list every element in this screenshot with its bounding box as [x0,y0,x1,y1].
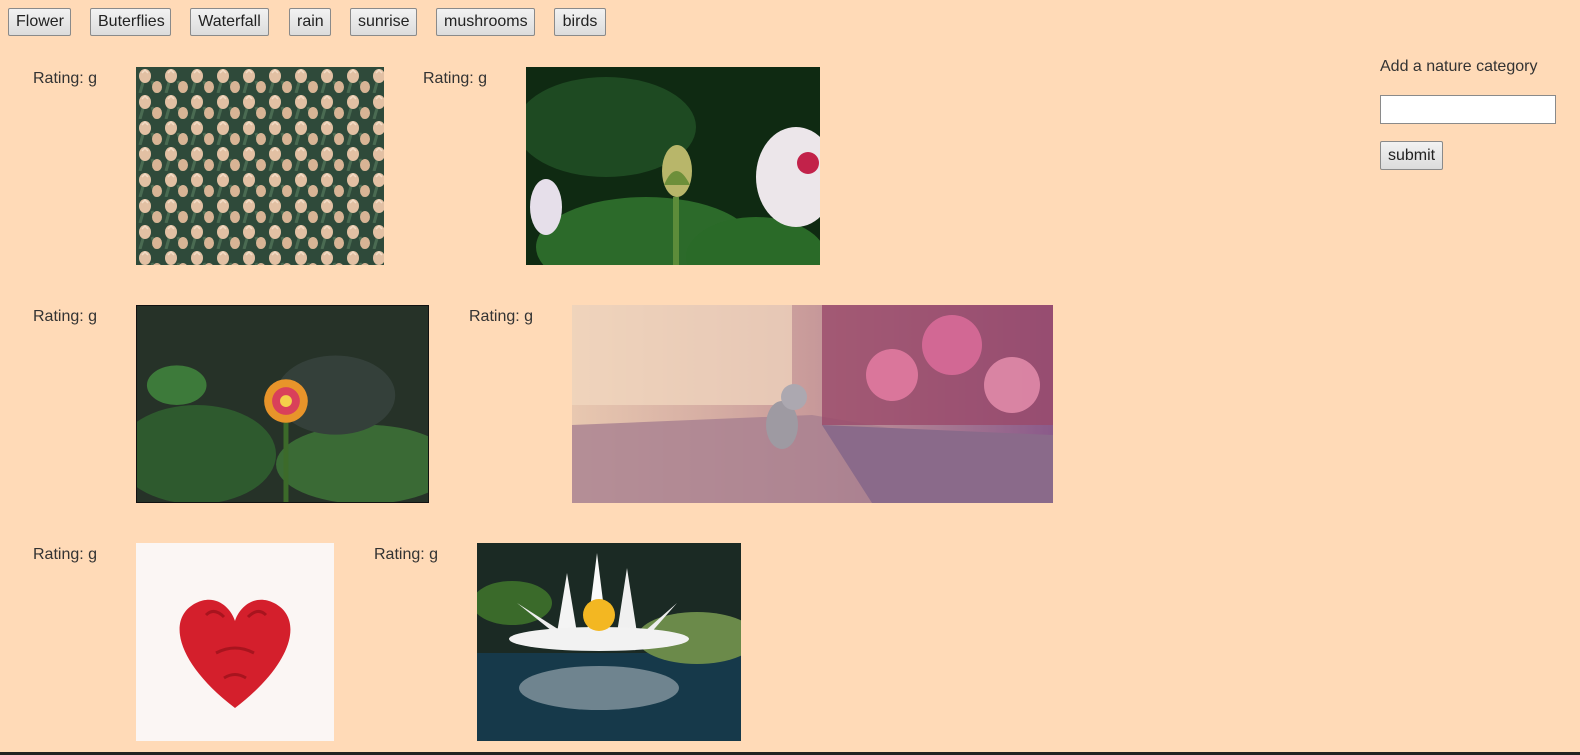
gif-rating: Rating: g [423,70,488,87]
category-input[interactable] [1380,95,1556,124]
gif-image-tulips [136,67,384,265]
category-button-sunrise[interactable]: sunrise [350,8,417,36]
category-button-waterfall[interactable]: Waterfall [190,8,269,36]
gif-image-water-lily [477,543,741,741]
gif-rating: Rating: g [33,308,98,325]
category-button-birds[interactable]: birds [554,8,606,36]
add-category-label: Add a nature category [1380,58,1538,75]
gif-rating: Rating: g [469,308,534,325]
gif-image-flower-bud [526,67,820,265]
gif-image-kitten [572,305,1053,503]
gif-rating: Rating: g [33,70,98,87]
category-button-butterflies[interactable]: Buterflies [90,8,171,36]
category-button-rain[interactable]: rain [289,8,331,36]
gif-image-blooming-flower [136,305,429,503]
category-button-mushrooms[interactable]: mushrooms [436,8,535,36]
submit-button[interactable]: submit [1380,141,1444,170]
gif-image-rose-heart [136,543,334,741]
gif-rating: Rating: g [33,546,98,563]
category-button-flower[interactable]: Flower [8,8,71,36]
gif-rating: Rating: g [374,546,439,563]
category-button-bar: Flower Buterflies Waterfall rain sunrise… [0,0,1580,44]
